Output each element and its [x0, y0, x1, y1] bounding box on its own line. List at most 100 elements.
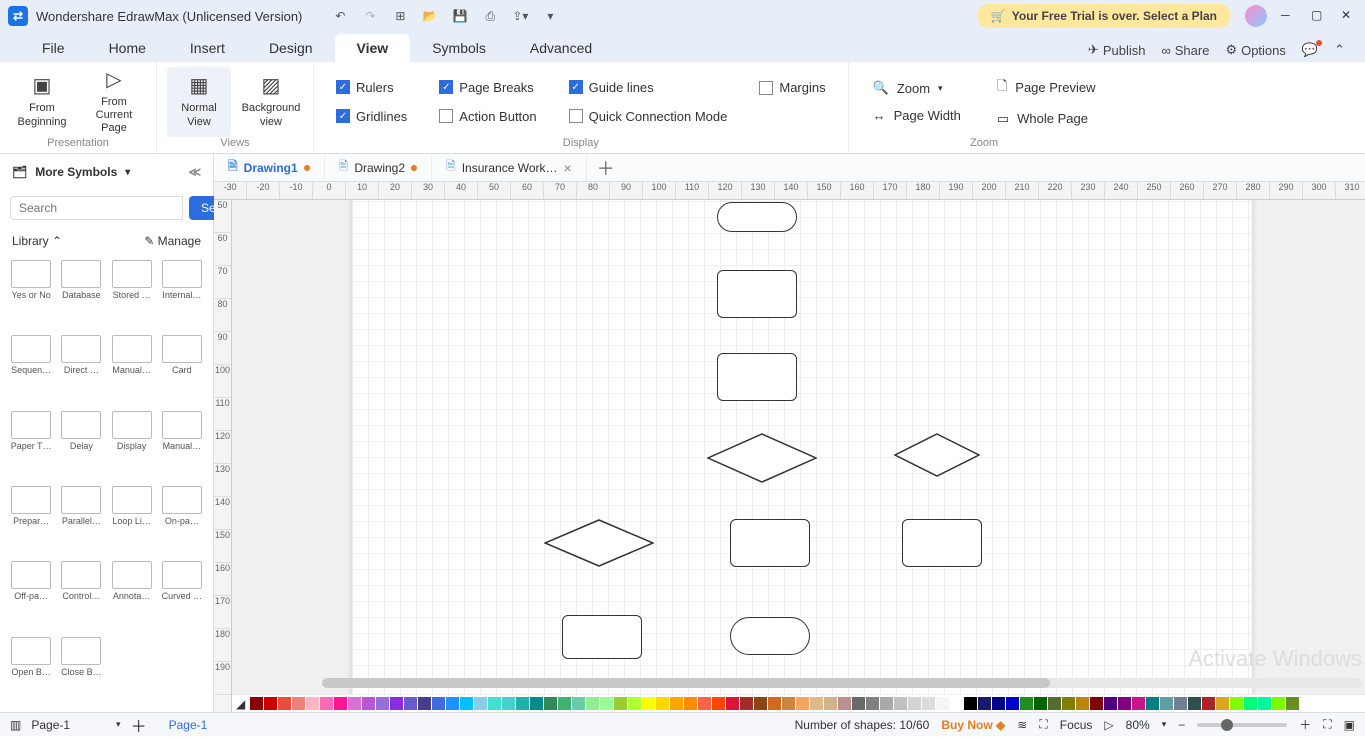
color-swatch[interactable] [1202, 697, 1215, 710]
color-swatch[interactable] [838, 697, 851, 710]
shape-library-item[interactable]: Internal… [159, 260, 205, 331]
collapse-ribbon-icon[interactable]: ⌃ [1334, 42, 1345, 58]
color-swatch[interactable] [684, 697, 697, 710]
menu-home[interactable]: Home [87, 34, 168, 62]
background-view-button[interactable]: ▨Background view [239, 67, 303, 137]
fit-page-icon[interactable]: ⛶ [1323, 717, 1331, 732]
open-icon[interactable]: 📂 [422, 8, 438, 24]
guide-lines-checkbox[interactable]: ✓Guide lines [569, 80, 728, 95]
shape-library-item[interactable]: Stored … [109, 260, 155, 331]
color-swatch[interactable] [712, 697, 725, 710]
add-tab-button[interactable]: ＋ [587, 155, 625, 181]
decision-shape[interactable] [894, 433, 980, 477]
shape-library-item[interactable]: On-pa… [159, 486, 205, 557]
shape-library-item[interactable]: Display [109, 411, 155, 482]
shape-library-item[interactable]: Yes or No [8, 260, 54, 331]
page-selector[interactable]: Page-1▾ [31, 718, 120, 732]
publish-button[interactable]: ✈Publish [1088, 42, 1146, 58]
terminator-shape[interactable] [730, 617, 810, 655]
menu-insert[interactable]: Insert [168, 34, 247, 62]
shape-library-item[interactable]: Manual… [159, 411, 205, 482]
decision-shape[interactable] [544, 519, 654, 567]
chevron-down-icon[interactable]: ▾ [125, 167, 130, 178]
color-swatch[interactable] [1174, 697, 1187, 710]
document-tab[interactable]: 🗎Insurance Work…× [432, 154, 587, 181]
color-swatch[interactable] [488, 697, 501, 710]
shape-library-item[interactable]: Close B… [58, 637, 104, 708]
shape-library-item[interactable]: Database [58, 260, 104, 331]
color-swatch[interactable] [250, 697, 263, 710]
rulers-checkbox[interactable]: ✓Rulers [336, 80, 407, 95]
color-swatch[interactable] [1216, 697, 1229, 710]
user-avatar[interactable] [1245, 5, 1267, 27]
color-swatch[interactable] [292, 697, 305, 710]
color-swatch[interactable] [1062, 697, 1075, 710]
trial-banner[interactable]: 🛒 Your Free Trial is over. Select a Plan [977, 4, 1231, 28]
color-swatch[interactable] [950, 697, 963, 710]
color-swatch[interactable] [558, 697, 571, 710]
close-icon[interactable]: ✕ [1341, 8, 1357, 24]
page-preview-button[interactable]: 🗋Page Preview [997, 77, 1096, 99]
focus-mode-icon[interactable]: ⛶ [1039, 717, 1047, 732]
scrollbar-thumb[interactable] [322, 678, 1050, 688]
color-swatch[interactable] [768, 697, 781, 710]
color-swatch[interactable] [964, 697, 977, 710]
shape-library-item[interactable]: Sequen… [8, 335, 54, 406]
action-button-checkbox[interactable]: Action Button [439, 109, 536, 124]
quick-connection-checkbox[interactable]: Quick Connection Mode [569, 109, 728, 124]
color-swatch[interactable] [1286, 697, 1299, 710]
color-swatch[interactable] [978, 697, 991, 710]
color-swatch[interactable] [1258, 697, 1271, 710]
fill-icon[interactable]: ◢ [236, 697, 245, 711]
menu-file[interactable]: File [20, 34, 87, 62]
color-swatch[interactable] [628, 697, 641, 710]
collapse-sidebar-icon[interactable]: ≪ [188, 165, 201, 179]
color-swatch[interactable] [278, 697, 291, 710]
color-swatch[interactable] [1118, 697, 1131, 710]
chevron-down-icon[interactable]: ▾ [1162, 719, 1167, 730]
library-label[interactable]: Library ⌃ [12, 234, 62, 248]
color-swatch[interactable] [446, 697, 459, 710]
shape-library-item[interactable]: Parallel… [58, 486, 104, 557]
color-swatch[interactable] [418, 697, 431, 710]
color-swatch[interactable] [1020, 697, 1033, 710]
slider-knob[interactable] [1221, 719, 1233, 731]
shape-library-item[interactable]: Control… [58, 561, 104, 632]
color-swatch[interactable] [642, 697, 655, 710]
focus-label[interactable]: Focus [1060, 718, 1093, 732]
color-swatch[interactable] [670, 697, 683, 710]
share-button[interactable]: ∞Share [1161, 43, 1209, 58]
color-swatch[interactable] [1244, 697, 1257, 710]
save-icon[interactable]: 💾 [452, 8, 468, 24]
shape-library-item[interactable]: Curved … [159, 561, 205, 632]
color-swatch[interactable] [404, 697, 417, 710]
process-shape[interactable] [730, 519, 810, 567]
color-swatch[interactable] [516, 697, 529, 710]
color-swatch[interactable] [992, 697, 1005, 710]
options-button[interactable]: ⚙Options [1225, 42, 1285, 58]
print-icon[interactable]: ⎙ [482, 8, 498, 24]
color-swatch[interactable] [264, 697, 277, 710]
color-swatch[interactable] [852, 697, 865, 710]
shape-library-item[interactable]: Paper T… [8, 411, 54, 482]
shape-library-item[interactable]: Direct … [58, 335, 104, 406]
document-tab[interactable]: 🗎Drawing1 [214, 154, 325, 181]
color-swatch[interactable] [936, 697, 949, 710]
color-swatch[interactable] [1188, 697, 1201, 710]
color-swatch[interactable] [1272, 697, 1285, 710]
menu-design[interactable]: Design [247, 34, 335, 62]
fullscreen-icon[interactable]: ▣ [1344, 718, 1355, 732]
color-swatch[interactable] [656, 697, 669, 710]
color-swatch[interactable] [600, 697, 613, 710]
shape-library-item[interactable]: Off-pa… [8, 561, 54, 632]
menu-symbols[interactable]: Symbols [410, 34, 508, 62]
color-swatch[interactable] [572, 697, 585, 710]
color-swatch[interactable] [320, 697, 333, 710]
undo-icon[interactable]: ↶ [332, 8, 348, 24]
horizontal-scrollbar[interactable] [322, 678, 1362, 688]
pages-icon[interactable]: ▥ [10, 718, 21, 732]
layers-icon[interactable]: ≋ [1017, 718, 1027, 732]
notification-icon[interactable]: 💬 [1302, 42, 1318, 58]
page-tab-label[interactable]: Page-1 [169, 718, 208, 732]
maximize-icon[interactable]: ▢ [1311, 8, 1327, 24]
